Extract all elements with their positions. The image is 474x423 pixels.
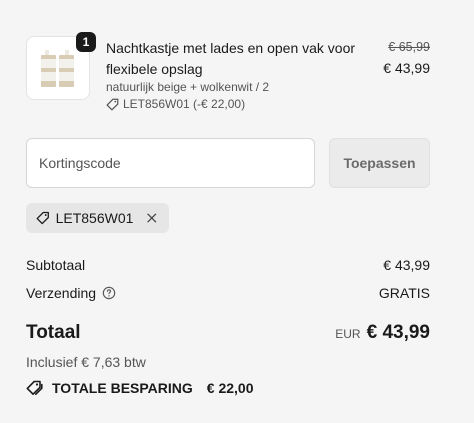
savings-value: € 22,00 [206,380,254,396]
discount-code-input[interactable] [26,138,315,188]
total-row: Totaal EUR € 43,99 [26,322,430,344]
total-value: € 43,99 [366,322,430,343]
total-label: Totaal [26,322,81,343]
current-price: € 43,99 [383,60,430,76]
currency-code: EUR [335,327,361,341]
tag-icon [106,98,119,110]
help-circle-icon[interactable] [102,286,116,300]
quantity-badge: 1 [76,32,96,52]
product-title: Nachtkastje met lades en open vak voor f… [106,40,356,77]
shipping-label: Verzending [26,285,97,301]
close-icon[interactable] [145,210,159,226]
product-variant: natuurlijk beige + wolkenwit / 2 [106,80,270,94]
tags-icon [26,380,43,395]
original-price: € 65,99 [388,40,430,54]
vat-note: Inclusief € 7,63 btw [26,354,146,370]
applied-discount-code: LET856W01 [55,210,134,226]
applied-discount-tag: LET856W01 [26,203,169,233]
total-savings: TOTALE BESPARING € 22,00 [26,380,254,396]
cart-line-item: 1 Nachtkastje met lades en open vak voor… [26,32,430,116]
apply-discount-button[interactable]: Toepassen [329,138,430,188]
shipping-row: Verzending GRATIS [26,285,430,301]
subtotal-value: € 43,99 [383,257,430,273]
shipping-value: GRATIS [378,285,430,301]
subtotal-row: Subtotaal € 43,99 [26,257,430,273]
line-discount: LET856W01 (-€ 22,00) [106,97,245,111]
line-discount-text: LET856W01 (-€ 22,00) [123,97,246,111]
tag-icon [36,211,49,225]
subtotal-label: Subtotaal [26,257,86,273]
savings-label: TOTALE BESPARING [52,380,193,396]
